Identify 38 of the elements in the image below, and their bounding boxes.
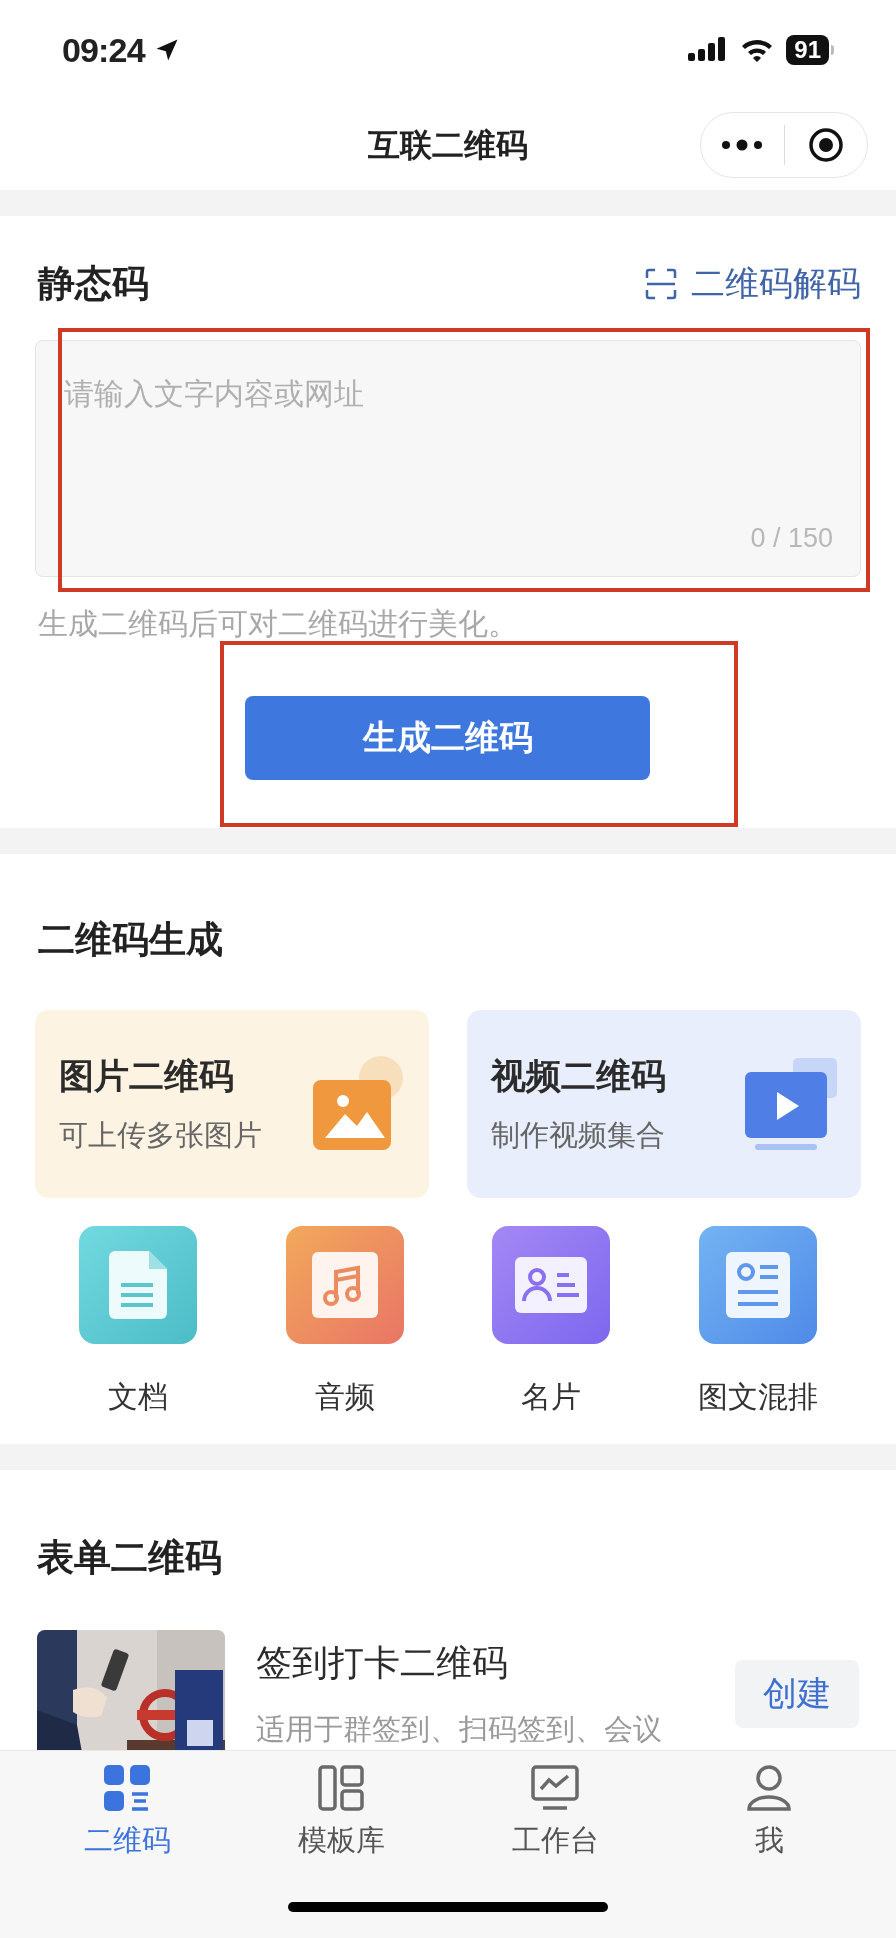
section-title: 二维码生成 <box>38 918 224 962</box>
layout-icon <box>318 1765 364 1811</box>
tool-button[interactable]: 音频 <box>241 1225 448 1419</box>
contact-card-icon <box>492 1225 611 1344</box>
battery-level: 91 <box>786 35 829 65</box>
person-icon <box>746 1765 792 1811</box>
card-title: 视频二维码 <box>491 1054 667 1097</box>
generate-button[interactable]: 生成二维码 <box>245 695 650 780</box>
qr-type-card[interactable]: 视频二维码 制作视频集合 <box>467 1009 861 1198</box>
tab[interactable]: 模板库 <box>234 1765 448 1863</box>
tool-button[interactable]: 文档 <box>35 1225 242 1419</box>
hint-text: 生成二维码后可对二维码进行美化。 <box>38 605 519 642</box>
item-description: 适用于群签到、扫码签到、会议 <box>256 1711 663 1747</box>
music-note-icon <box>285 1225 404 1344</box>
card-subtitle: 可上传多张图片 <box>59 1118 263 1153</box>
tool-button[interactable]: 名片 <box>448 1225 655 1419</box>
create-button[interactable]: 创建 <box>735 1659 859 1728</box>
section-title: 表单二维码 <box>37 1536 223 1580</box>
character-counter: 0 / 150 <box>750 522 833 555</box>
tab[interactable]: 我 <box>662 1765 876 1863</box>
decode-link[interactable]: 二维码解码 <box>645 258 861 310</box>
more-icon[interactable] <box>721 139 764 151</box>
tool-button[interactable]: 图文混排 <box>654 1225 861 1419</box>
monitor-chart-icon <box>531 1765 579 1811</box>
tab[interactable]: 工作台 <box>448 1765 662 1863</box>
card-title: 图片二维码 <box>59 1054 235 1097</box>
document-icon <box>79 1225 198 1344</box>
item-title: 签到打卡二维码 <box>256 1640 509 1685</box>
section-title: 静态码 <box>38 262 149 306</box>
tab[interactable]: 二维码 <box>20 1765 234 1863</box>
grid-icon <box>104 1765 150 1811</box>
qr-type-card[interactable]: 图片二维码 可上传多张图片 <box>35 1009 429 1198</box>
scan-icon <box>645 267 677 300</box>
card-subtitle: 制作视频集合 <box>491 1118 666 1153</box>
wifi-icon <box>740 37 775 63</box>
status-time: 09:24 <box>62 29 145 71</box>
page-title: 互联二维码 <box>368 126 528 165</box>
article-icon <box>698 1225 817 1344</box>
